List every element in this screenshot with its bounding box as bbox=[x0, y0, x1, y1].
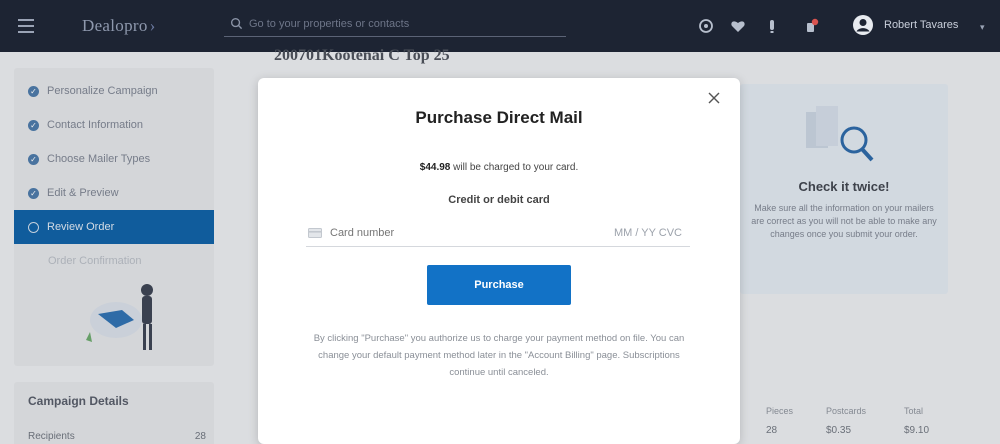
user-avatar-icon[interactable] bbox=[852, 14, 874, 36]
heart-icon[interactable] bbox=[730, 18, 746, 34]
user-name[interactable]: Robert Tavares bbox=[884, 19, 958, 31]
search-input[interactable]: Go to your properties or contacts bbox=[249, 18, 409, 30]
expiry-cvc-input[interactable]: MM / YY CVC bbox=[614, 227, 682, 239]
close-icon[interactable] bbox=[708, 92, 720, 104]
purchase-button[interactable]: Purchase bbox=[427, 265, 571, 305]
notification-icon[interactable] bbox=[764, 18, 780, 34]
app-logo[interactable]: Dealopro › bbox=[82, 16, 156, 36]
help-icon[interactable] bbox=[698, 18, 714, 34]
search-bar[interactable]: Go to your properties or contacts bbox=[224, 11, 566, 37]
card-number-input[interactable] bbox=[330, 226, 530, 239]
charge-notice: $44.98 will be charged to your card. bbox=[258, 162, 740, 173]
dialog-title: Purchase Direct Mail bbox=[415, 108, 583, 127]
charge-text: will be charged to your card. bbox=[450, 162, 579, 173]
logo-arrow-icon: › bbox=[149, 16, 156, 35]
card-section-label: Credit or debit card bbox=[448, 194, 550, 206]
alert-icon[interactable] bbox=[804, 18, 820, 34]
credit-card-icon bbox=[308, 227, 322, 238]
menu-icon[interactable] bbox=[18, 19, 34, 33]
top-navigation-bar: Dealopro › Go to your properties or conta… bbox=[0, 0, 1000, 52]
chevron-down-icon[interactable]: ▾ bbox=[980, 22, 985, 33]
app-logo-text: Dealopro bbox=[82, 16, 148, 35]
card-input-field[interactable]: MM / YY CVC bbox=[306, 219, 690, 247]
payment-disclaimer: By clicking "Purchase" you authorize us … bbox=[313, 333, 685, 378]
purchase-dialog: Purchase Direct Mail $44.98 will be char… bbox=[258, 78, 740, 444]
charge-amount: $44.98 bbox=[419, 162, 451, 173]
search-icon bbox=[230, 17, 243, 30]
